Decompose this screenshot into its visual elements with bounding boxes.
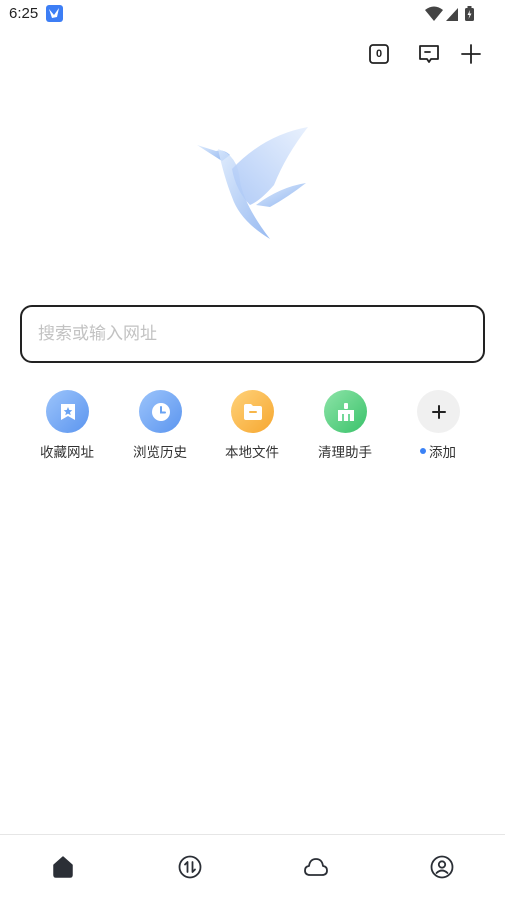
tabs-count: 0 bbox=[375, 48, 383, 60]
shortcut-label: 本地文件 bbox=[225, 445, 279, 461]
shortcut-local-files[interactable]: 本地文件 bbox=[207, 390, 297, 462]
tabs-button[interactable]: 0 bbox=[365, 40, 393, 68]
shortcut-label: 清理助手 bbox=[318, 445, 372, 461]
status-bar: 6:25 bbox=[0, 0, 505, 28]
search-input[interactable] bbox=[38, 307, 458, 361]
plus-icon bbox=[417, 390, 460, 433]
shortcut-label-wrap: 添加 bbox=[393, 441, 483, 461]
shortcut-label: 浏览历史 bbox=[133, 445, 187, 461]
nav-cloud[interactable] bbox=[301, 852, 331, 882]
status-time: 6:25 bbox=[9, 5, 39, 22]
shortcut-history[interactable]: 浏览历史 bbox=[115, 390, 205, 462]
shortcut-label: 添加 bbox=[429, 445, 456, 461]
hummingbird-logo bbox=[194, 125, 312, 243]
transfer-icon bbox=[178, 855, 202, 879]
plus-icon bbox=[461, 44, 481, 64]
search-box[interactable] bbox=[20, 305, 485, 363]
clock-icon bbox=[139, 390, 182, 433]
bookmark-star-icon bbox=[46, 390, 89, 433]
bird-app-icon bbox=[46, 5, 63, 22]
new-tab-button[interactable] bbox=[457, 40, 485, 68]
shortcut-bookmarks[interactable]: 收藏网址 bbox=[22, 390, 112, 462]
cloud-icon bbox=[304, 858, 328, 876]
wifi-icon bbox=[425, 6, 443, 21]
folder-icon bbox=[231, 390, 274, 433]
nav-profile[interactable] bbox=[427, 852, 457, 882]
signal-icon bbox=[446, 8, 458, 21]
home-icon bbox=[53, 856, 73, 878]
nav-transfer[interactable] bbox=[175, 852, 205, 882]
message-button[interactable] bbox=[415, 40, 443, 68]
battery-charging-icon bbox=[465, 6, 474, 21]
shortcut-cleaner[interactable]: 清理助手 bbox=[300, 390, 390, 462]
broom-icon bbox=[324, 390, 367, 433]
message-icon bbox=[419, 45, 439, 63]
profile-icon bbox=[430, 855, 454, 879]
nav-home[interactable] bbox=[48, 852, 78, 882]
bottom-divider bbox=[0, 834, 505, 835]
shortcut-label: 收藏网址 bbox=[40, 445, 94, 461]
new-dot-indicator bbox=[420, 448, 426, 454]
shortcut-add[interactable]: 添加 bbox=[393, 390, 483, 462]
status-indicators bbox=[425, 6, 477, 22]
